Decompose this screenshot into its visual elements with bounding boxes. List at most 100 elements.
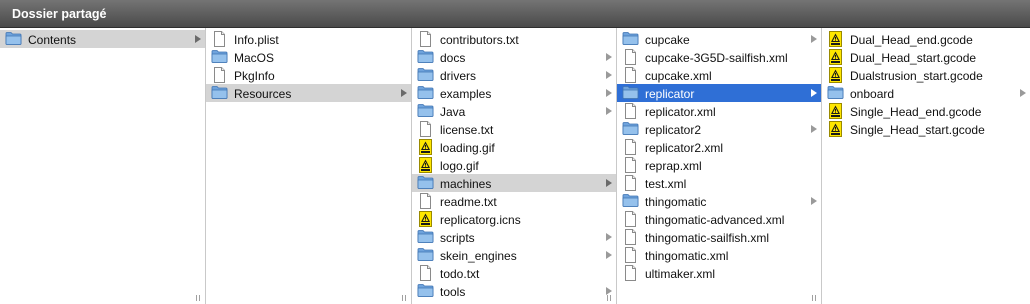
list-item-scripts[interactable]: scripts [412,228,616,246]
item-label: Single_Head_end.gcode [850,104,982,119]
column-3[interactable]: contributors.txt docs drivers examples Java l… [412,28,617,304]
column-5[interactable]: Dual_Head_end.gcode Dual_Head_start.gcode… [822,28,1030,304]
item-label: replicatorg.icns [440,212,521,227]
column-resize-icon[interactable] [605,294,613,302]
list-item-ultimaker-xml[interactable]: ultimaker.xml [617,264,821,282]
folder-icon [211,49,228,65]
document-icon [211,66,228,83]
item-label: replicator2 [645,122,702,137]
list-item-machines[interactable]: machines [412,174,616,192]
folder-icon [417,229,434,245]
item-label: skein_engines [440,248,517,263]
list-item-thingomatic[interactable]: thingomatic [617,192,821,210]
item-label: contributors.txt [440,32,519,47]
list-item-resources[interactable]: Resources [206,84,411,102]
chevron-right-icon [811,120,817,138]
column-resize-icon[interactable] [194,294,202,302]
list-item-license-txt[interactable]: license.txt [412,120,616,138]
item-label: Single_Head_start.gcode [850,122,985,137]
document-icon [417,30,434,47]
list-item-thingomatic-advanced-xml[interactable]: thingomatic-advanced.xml [617,210,821,228]
column-resize-icon[interactable] [810,294,818,302]
folder-icon [211,85,228,101]
list-item-thingomatic-sailfish-xml[interactable]: thingomatic-sailfish.xml [617,228,821,246]
item-label: Contents [28,32,77,47]
item-label: thingomatic-advanced.xml [645,212,785,227]
list-item-onboard[interactable]: onboard [822,84,1030,102]
list-item-drivers[interactable]: drivers [412,66,616,84]
list-item-single-head-end-gcode[interactable]: Single_Head_end.gcode [822,102,1030,120]
item-label: examples [440,86,492,101]
item-label: Dualstrusion_start.gcode [850,68,983,83]
folder-icon [417,49,434,65]
list-item-cupcake-xml[interactable]: cupcake.xml [617,66,821,84]
list-item-tools[interactable]: tools [412,282,616,300]
folder-icon [827,85,844,101]
list-item-examples[interactable]: examples [412,84,616,102]
chevron-right-icon [606,228,612,246]
list-item-java[interactable]: Java [412,102,616,120]
list-item-docs[interactable]: docs [412,48,616,66]
list-item-dual-head-start-gcode[interactable]: Dual_Head_start.gcode [822,48,1030,66]
document-icon [622,210,639,227]
list-item-readme-txt[interactable]: readme.txt [412,192,616,210]
folder-icon [417,247,434,263]
list-item-logo-gif[interactable]: logo.gif [412,156,616,174]
document-icon [622,66,639,83]
window-title: Dossier partagé [12,7,107,21]
item-label: loading.gif [440,140,495,155]
folder-icon [5,31,22,47]
folder-icon [622,85,639,101]
list-item-reprap-xml[interactable]: reprap.xml [617,156,821,174]
list-item-pkginfo[interactable]: PkgInfo [206,66,411,84]
item-label: reprap.xml [645,158,702,173]
item-label: cupcake.xml [645,68,712,83]
list-item-dual-head-end-gcode[interactable]: Dual_Head_end.gcode [822,30,1030,48]
folder-icon [417,283,434,299]
list-item-macos[interactable]: MacOS [206,48,411,66]
list-item-todo-txt[interactable]: todo.txt [412,264,616,282]
document-icon [417,264,434,281]
item-label: thingomatic-sailfish.xml [645,230,770,245]
column-4[interactable]: cupcake cupcake-3G5D-sailfish.xml cupcake.… [617,28,822,304]
chevron-right-icon [811,84,817,102]
folder-icon [417,103,434,119]
chevron-right-icon [606,66,612,84]
document-icon [417,192,434,209]
list-item-replicator2[interactable]: replicator2 [617,120,821,138]
list-item-cupcake[interactable]: cupcake [617,30,821,48]
item-label: PkgInfo [234,68,275,83]
warning-file-icon [827,48,844,65]
list-item-skein-engines[interactable]: skein_engines [412,246,616,264]
list-item-replicator-xml[interactable]: replicator.xml [617,102,821,120]
list-item-dualstrusion-start-gcode[interactable]: Dualstrusion_start.gcode [822,66,1030,84]
item-label: scripts [440,230,475,245]
list-item-loading-gif[interactable]: loading.gif [412,138,616,156]
document-icon [622,48,639,65]
warning-file-icon [827,102,844,119]
folder-icon [417,175,434,191]
chevron-right-icon [606,48,612,66]
list-item-replicator[interactable]: replicator [617,84,821,102]
column-2[interactable]: Info.plist MacOS PkgInfo Resources [206,28,412,304]
list-item-contents[interactable]: Contents [0,30,205,48]
document-icon [622,138,639,155]
folder-icon [622,193,639,209]
list-item-thingomatic-xml[interactable]: thingomatic.xml [617,246,821,264]
list-item-single-head-start-gcode[interactable]: Single_Head_start.gcode [822,120,1030,138]
chevron-right-icon [606,84,612,102]
document-icon [417,120,434,137]
chevron-right-icon [401,84,407,102]
warning-file-icon [417,210,434,227]
list-item-replicatorg-icns[interactable]: replicatorg.icns [412,210,616,228]
column-1[interactable]: Contents [0,28,206,304]
list-item-test-xml[interactable]: test.xml [617,174,821,192]
column-resize-icon[interactable] [400,294,408,302]
list-item-info-plist[interactable]: Info.plist [206,30,411,48]
item-label: thingomatic [645,194,707,209]
list-item-replicator2-xml[interactable]: replicator2.xml [617,138,821,156]
chevron-right-icon [1020,84,1026,102]
list-item-cupcake-3g5d-sailfish-xml[interactable]: cupcake-3G5D-sailfish.xml [617,48,821,66]
list-item-contributors-txt[interactable]: contributors.txt [412,30,616,48]
document-icon [622,246,639,263]
